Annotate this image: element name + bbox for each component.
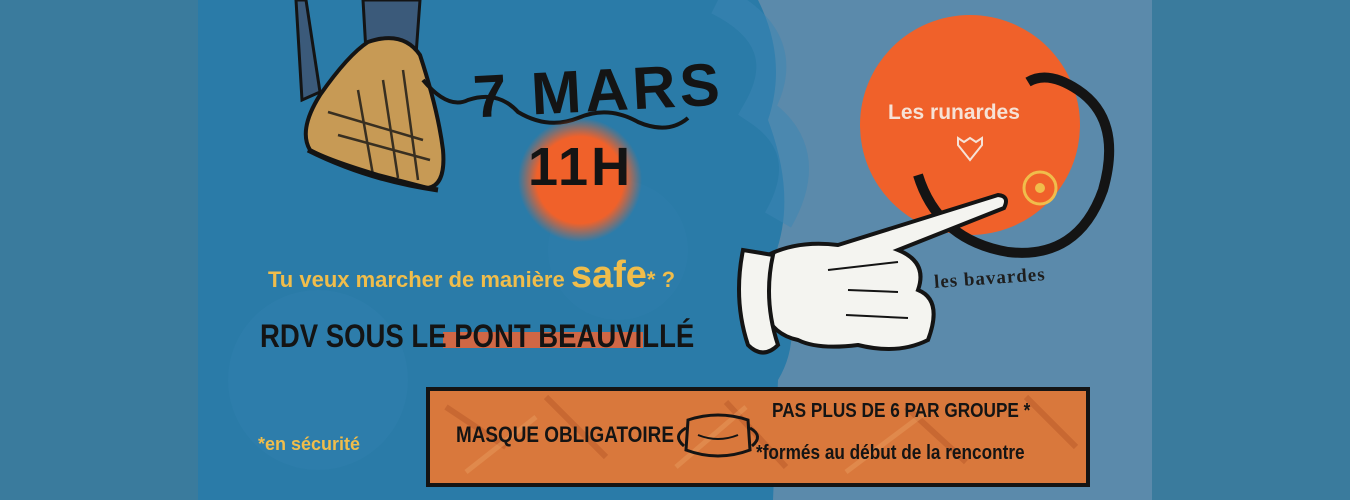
pointing-hand-illustration: [737, 192, 1008, 355]
event-poster: 7 MARS 11H Tu veux marcher de manière sa…: [198, 0, 1152, 500]
banner: 7 MARS 11H Tu veux marcher de manière sa…: [0, 0, 1350, 500]
